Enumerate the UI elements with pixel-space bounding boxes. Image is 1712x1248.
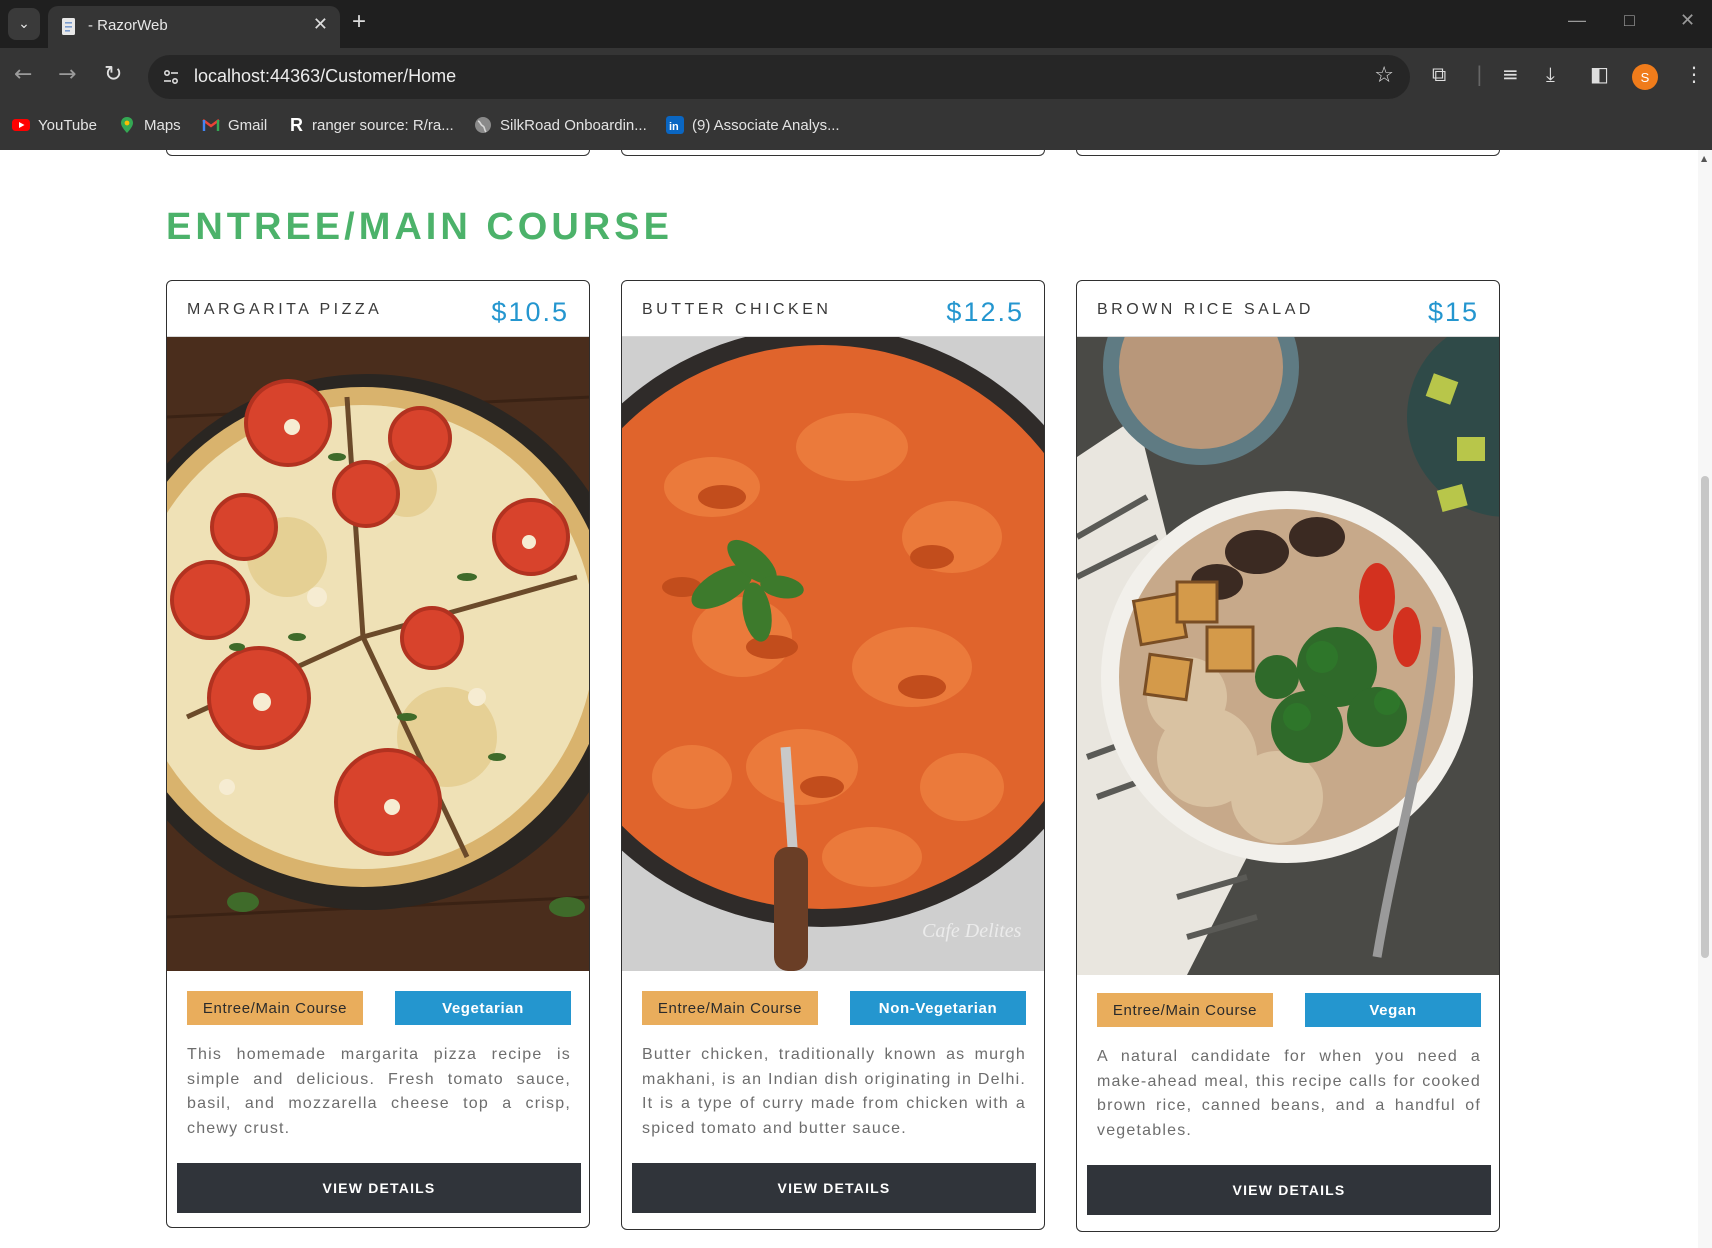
globe-icon [475, 117, 491, 133]
bookmark-label: SilkRoad Onboardin... [500, 116, 647, 134]
view-details-button[interactable]: VIEW DETAILS [177, 1163, 581, 1213]
view-details-button[interactable]: VIEW DETAILS [1087, 1165, 1491, 1215]
browser-chrome: ⌄ - RazorWeb ✕ + — □ ✕ ← → ↻ localhost:4… [0, 0, 1712, 150]
card-header: MARGARITA PIZZA $10.5 [167, 281, 589, 337]
tab-search-button[interactable]: ⌄ [8, 8, 40, 40]
previous-card-edge [1076, 150, 1500, 156]
diet-badge: Vegetarian [395, 991, 571, 1025]
side-panel-icon[interactable]: ◧ [1590, 62, 1609, 86]
profile-initial: S [1640, 69, 1650, 85]
close-tab-icon[interactable]: ✕ [313, 14, 328, 35]
dish-price: $15 [1427, 297, 1479, 327]
diet-badge: Vegan [1305, 993, 1481, 1027]
browser-toolbar: ← → ↻ localhost:44363/Customer/Home ☆ ⧉ … [0, 48, 1712, 106]
category-badge: Entree/Main Course [642, 991, 818, 1025]
previous-card-edge [166, 150, 590, 156]
diet-badge: Non-Vegetarian [850, 991, 1026, 1025]
dish-name: MARGARITA PIZZA [187, 301, 383, 318]
youtube-icon [12, 119, 30, 131]
address-bar[interactable]: localhost:44363/Customer/Home ☆ [148, 55, 1410, 99]
bookmark-label: ranger source: R/ra... [312, 116, 454, 134]
card-tags: Entree/Main Course Non-Vegetarian [642, 991, 1026, 1025]
r-icon: R [290, 115, 303, 135]
linkedin-icon: in [666, 116, 684, 134]
card-tags: Entree/Main Course Vegetarian [187, 991, 571, 1025]
bookmark-star-icon[interactable]: ☆ [1374, 63, 1394, 88]
dish-name: BUTTER CHICKEN [642, 301, 832, 318]
toolbar-divider: | [1476, 62, 1483, 86]
bookmark-label: YouTube [38, 116, 97, 134]
url-text: localhost:44363/Customer/Home [194, 66, 457, 86]
profile-avatar[interactable]: S [1632, 64, 1658, 90]
chevron-down-icon: ⌄ [18, 16, 30, 32]
dish-price: $10.5 [491, 297, 569, 327]
dish-description: A natural candidate for when you need a … [1097, 1048, 1481, 1139]
section-title: ENTREE/MAIN COURSE [166, 206, 673, 248]
bookmark-label: (9) Associate Analys... [692, 116, 840, 134]
card-tags: Entree/Main Course Vegan [1097, 993, 1481, 1027]
bookmark-youtube[interactable]: YouTube [12, 116, 97, 134]
maps-icon [121, 117, 133, 133]
scroll-up-arrow-icon[interactable]: ▲ [1701, 154, 1707, 163]
site-info-icon [163, 69, 179, 85]
bookmark-maps[interactable]: Maps [118, 116, 181, 134]
previous-card-edge [621, 150, 1045, 156]
svg-text:in: in [669, 121, 679, 133]
bookmark-label: Maps [144, 116, 181, 134]
download-icon[interactable]: ⤓ [1546, 62, 1555, 86]
scrollbar-thumb[interactable] [1701, 476, 1709, 958]
brown-rice-salad-photo [1077, 337, 1499, 975]
page-viewport: ENTREE/MAIN COURSE MARGARITA PIZZA $10.5 [0, 150, 1712, 1248]
tab-strip: ⌄ - RazorWeb ✕ + — □ ✕ [0, 0, 1712, 48]
view-details-button[interactable]: VIEW DETAILS [632, 1163, 1036, 1213]
bookmark-label: Gmail [228, 116, 268, 134]
menu-card-brown-rice-salad: BROWN RICE SALAD $15 Entree/Main Course … [1076, 280, 1500, 1232]
menu-card-margarita-pizza: MARGARITA PIZZA $10.5 Entree/Main Course… [166, 280, 590, 1228]
reading-list-icon[interactable]: ≡ [1502, 62, 1519, 86]
butter-chicken-photo: Cafe Delites [622, 337, 1044, 971]
category-badge: Entree/Main Course [1097, 993, 1273, 1027]
bookmark-silkroad[interactable]: SilkRoad Onboardin... [474, 116, 647, 134]
new-tab-button[interactable]: + [352, 8, 366, 36]
dish-price: $12.5 [946, 297, 1024, 327]
gmail-icon [202, 119, 220, 131]
bookmarks-bar: YouTube Maps Gmail R ranger source: R/ra… [0, 106, 1712, 150]
menu-card-butter-chicken: BUTTER CHICKEN $12.5 Cafe Delites Entree… [621, 280, 1045, 1230]
dish-description: Butter chicken, traditionally known as m… [642, 1046, 1026, 1137]
bookmark-gmail[interactable]: Gmail [202, 116, 267, 134]
back-arrow-icon[interactable]: ← [14, 62, 32, 87]
close-window-icon[interactable]: ✕ [1680, 10, 1695, 31]
card-header: BROWN RICE SALAD $15 [1077, 281, 1499, 337]
card-header: BUTTER CHICKEN $12.5 [622, 281, 1044, 337]
vertical-scrollbar[interactable]: ▲ [1698, 150, 1712, 1248]
page-icon [62, 18, 75, 35]
margarita-pizza-photo [167, 337, 589, 971]
tab-title: - RazorWeb [88, 17, 168, 34]
dish-description: This homemade margarita pizza recipe is … [187, 1046, 571, 1137]
category-badge: Entree/Main Course [187, 991, 363, 1025]
extensions-icon[interactable]: ⧉ [1432, 62, 1446, 86]
forward-arrow-icon[interactable]: → [58, 62, 76, 87]
bookmark-ranger-source[interactable]: R ranger source: R/ra... [290, 116, 454, 134]
reload-icon[interactable]: ↻ [104, 62, 122, 87]
active-tab[interactable]: - RazorWeb ✕ [48, 6, 340, 48]
svg-text:Cafe Delites: Cafe Delites [922, 920, 1022, 942]
dish-name: BROWN RICE SALAD [1097, 301, 1314, 318]
more-menu-icon[interactable]: ⋮ [1684, 62, 1704, 86]
bookmark-linkedin[interactable]: in (9) Associate Analys... [666, 116, 840, 134]
minimize-icon[interactable]: — [1568, 10, 1586, 31]
maximize-icon[interactable]: □ [1624, 10, 1635, 31]
